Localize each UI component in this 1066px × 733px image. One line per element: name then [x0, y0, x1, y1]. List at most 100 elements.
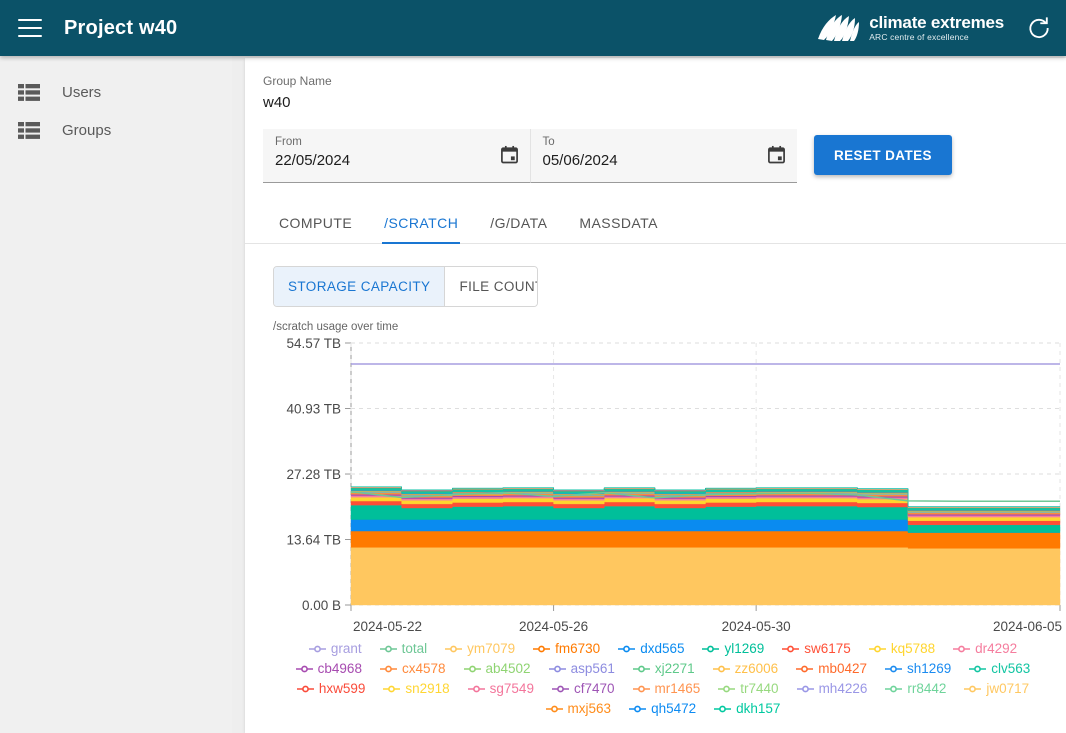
legend-marker-icon — [295, 665, 313, 672]
legend-marker-icon — [545, 705, 563, 712]
date-range-row: From 22/05/2024 To 05/06/2024 RESET DATE… — [263, 129, 1048, 183]
from-date-value: 22/05/2024 — [275, 152, 351, 169]
legend-item-xj2271[interactable]: xj2271 — [632, 661, 695, 676]
legend-marker-icon — [718, 685, 736, 692]
svg-text:2024-05-30: 2024-05-30 — [722, 619, 791, 634]
legend-item-jw0717[interactable]: jw0717 — [964, 681, 1029, 696]
legend-label: yl1269 — [724, 641, 765, 656]
legend-label: jw0717 — [986, 681, 1030, 696]
legend-marker-icon — [714, 705, 732, 712]
legend-item-ab4502[interactable]: ab4502 — [463, 661, 531, 676]
legend-item-cx4578[interactable]: cx4578 — [379, 661, 446, 676]
date-range-group: From 22/05/2024 To 05/06/2024 — [263, 129, 797, 183]
sidebar-item-groups[interactable]: Groups — [0, 112, 232, 148]
legend-marker-icon — [533, 645, 551, 652]
subtab-file-counts[interactable]: FILE COUNTS — [445, 267, 537, 306]
legend-marker-icon — [969, 665, 987, 672]
legend-label: cb4968 — [317, 661, 362, 676]
legend-item-total[interactable]: total — [379, 641, 427, 656]
stacked-area-chart[interactable]: 0.00 B 13.64 TB 27.28 TB 40.93 TB 54.57 TB 20… — [263, 335, 1063, 635]
page-title: Project w40 — [64, 16, 178, 39]
legend-marker-icon — [796, 685, 814, 692]
calendar-icon[interactable] — [767, 145, 786, 164]
content-card: Group Name w40 From 22/05/2024 To 05/06/… — [245, 58, 1066, 733]
legend-item-kq5788[interactable]: kq5788 — [868, 641, 936, 656]
svg-text:2024-06-05: 2024-06-05 — [993, 619, 1062, 634]
to-date-field[interactable]: To 05/06/2024 — [529, 129, 797, 183]
resource-tabs: COMPUTE /SCRATCH /G/DATA MASSDATA — [245, 205, 1066, 244]
legend-marker-icon — [796, 665, 814, 672]
to-date-value: 05/06/2024 — [542, 152, 618, 169]
legend-marker-icon — [383, 685, 401, 692]
calendar-icon[interactable] — [500, 145, 519, 164]
legend-item-cb4968[interactable]: cb4968 — [295, 661, 362, 676]
tab-scratch[interactable]: /SCRATCH — [368, 205, 474, 244]
reset-dates-button[interactable]: RESET DATES — [814, 135, 952, 175]
legend-item-qh5472[interactable]: qh5472 — [629, 701, 696, 716]
group-name-value: w40 — [263, 94, 291, 111]
legend-item-mr1465[interactable]: mr1465 — [632, 681, 700, 696]
brand-logo: climate extremes ARC centre of excellenc… — [816, 13, 1004, 43]
legend-row: grant total ym7079 fm6730 dxd565 yl1269 sw6175… — [263, 641, 1063, 656]
legend-item-yl1269[interactable]: yl1269 — [702, 641, 764, 656]
legend-item-sn2918[interactable]: sn2918 — [383, 681, 450, 696]
legend-marker-icon — [618, 645, 636, 652]
legend-item-dr4292[interactable]: dr4292 — [953, 641, 1017, 656]
header-right-group: climate extremes ARC centre of excellenc… — [816, 13, 1066, 43]
legend-item-ym7079[interactable]: ym7079 — [445, 641, 515, 656]
legend-label: tr7440 — [740, 681, 779, 696]
legend-item-mh4226[interactable]: mh4226 — [796, 681, 868, 696]
svg-text:13.64 TB: 13.64 TB — [286, 533, 341, 548]
legend-item-tr7440[interactable]: tr7440 — [718, 681, 779, 696]
legend-label: kq5788 — [890, 641, 936, 656]
legend-row: hxw599 sn2918 sg7549 cf7470 mr1465 tr7440 mh42… — [263, 681, 1063, 696]
legend-label: dr4292 — [975, 641, 1018, 656]
legend-marker-icon — [885, 685, 903, 692]
refresh-icon[interactable] — [1026, 15, 1052, 41]
legend-marker-icon — [379, 645, 397, 652]
legend-item-sh1269[interactable]: sh1269 — [885, 661, 951, 676]
to-date-label: To — [542, 136, 555, 148]
legend-label: mb0427 — [818, 661, 867, 676]
legend-marker-icon — [632, 665, 650, 672]
legend-marker-icon — [445, 645, 463, 652]
svg-text:27.28 TB: 27.28 TB — [286, 467, 341, 482]
tab-compute[interactable]: COMPUTE — [263, 205, 368, 243]
hamburger-menu-icon[interactable] — [18, 19, 42, 37]
legend-label: rr8442 — [907, 681, 947, 696]
legend-item-rr8442[interactable]: rr8442 — [885, 681, 946, 696]
sidebar: Users Groups — [0, 56, 232, 733]
legend-item-dxd565[interactable]: dxd565 — [618, 641, 684, 656]
legend-label: mh4226 — [818, 681, 868, 696]
tab-massdata[interactable]: MASSDATA — [563, 205, 674, 243]
legend-label: clv563 — [991, 661, 1031, 676]
chart-caption: /scratch usage over time — [273, 321, 399, 333]
svg-text:2024-05-26: 2024-05-26 — [519, 619, 588, 634]
legend-item-sg7549[interactable]: sg7549 — [467, 681, 534, 696]
legend-label: cx4578 — [401, 661, 446, 676]
legend-item-cf7470[interactable]: cf7470 — [551, 681, 615, 696]
subtab-storage-capacity[interactable]: STORAGE CAPACITY — [274, 267, 446, 306]
sidebar-item-label: Groups — [62, 121, 112, 139]
legend-item-hxw599[interactable]: hxw599 — [296, 681, 365, 696]
from-date-field[interactable]: From 22/05/2024 — [263, 129, 530, 183]
legend-row: cb4968 cx4578 ab4502 asp561 xj2271 zz6006 mb04… — [263, 661, 1063, 676]
app-root: Project w40 climate extremes ARC centre … — [0, 0, 1066, 733]
legend-item-clv563[interactable]: clv563 — [969, 661, 1030, 676]
legend-item-zz6006[interactable]: zz6006 — [712, 661, 778, 676]
main-content: Group Name w40 From 22/05/2024 To 05/06/… — [232, 56, 1066, 733]
legend-item-dkh157[interactable]: dkh157 — [714, 701, 780, 716]
sidebar-item-users[interactable]: Users — [0, 74, 232, 110]
tab-gdata[interactable]: /G/DATA — [474, 205, 563, 243]
legend-item-mb0427[interactable]: mb0427 — [796, 661, 867, 676]
legend-item-sw6175[interactable]: sw6175 — [782, 641, 851, 656]
legend-item-grant[interactable]: grant — [308, 641, 362, 656]
legend-marker-icon — [296, 685, 314, 692]
legend-item-fm6730[interactable]: fm6730 — [533, 641, 600, 656]
legend-label: ab4502 — [485, 661, 531, 676]
legend-marker-icon — [308, 645, 326, 652]
usage-chart[interactable]: 0.00 B 13.64 TB 27.28 TB 40.93 TB 54.57 TB 20… — [263, 335, 1063, 635]
legend-item-asp561[interactable]: asp561 — [548, 661, 615, 676]
legend-marker-icon — [551, 685, 569, 692]
legend-item-mxj563[interactable]: mxj563 — [545, 701, 611, 716]
